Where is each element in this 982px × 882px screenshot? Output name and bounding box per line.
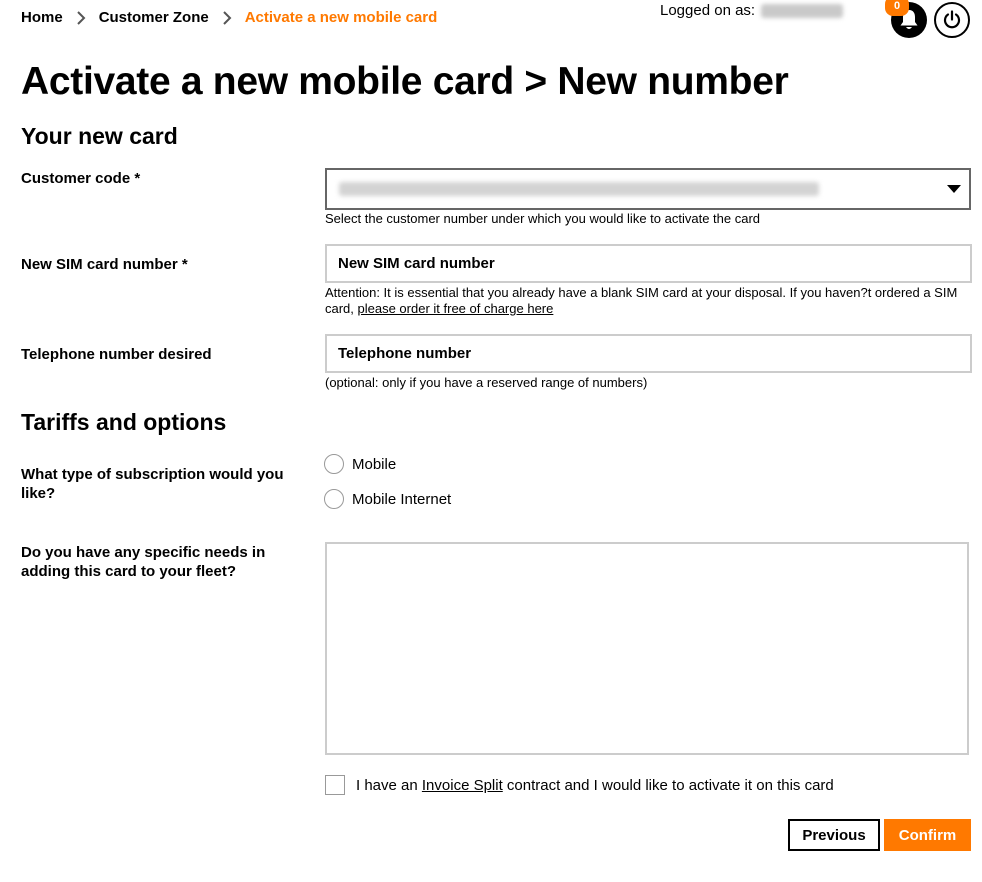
page-title: Activate a new mobile card > New number <box>21 60 789 103</box>
top-bar: Home Customer Zone Activate a new mobile… <box>0 0 982 40</box>
logout-button[interactable] <box>934 2 970 38</box>
invoice-split-suffix: contract and I would like to activate it… <box>502 776 834 794</box>
logged-on-label: Logged on as: <box>660 2 756 19</box>
user-name-redacted <box>761 3 844 18</box>
customer-code-help: Select the customer number under which y… <box>325 211 761 226</box>
breadcrumb: Home Customer Zone Activate a new mobile… <box>21 9 437 26</box>
invoice-split-label: I have an Invoice Split contract and I w… <box>356 777 834 794</box>
logged-on-info: Logged on as: <box>660 2 844 19</box>
invoice-split-link[interactable]: Invoice Split <box>422 777 503 794</box>
sim-card-input[interactable] <box>325 244 972 283</box>
radio-label-mobile-internet: Mobile Internet <box>352 490 452 508</box>
telephone-input[interactable] <box>325 334 972 373</box>
chevron-right-icon <box>70 10 92 26</box>
previous-button[interactable]: Previous <box>788 819 880 851</box>
telephone-help: (optional: only if you have a reserved r… <box>325 375 648 390</box>
radio-option-mobile[interactable]: Mobile <box>324 454 396 474</box>
customer-code-select[interactable] <box>325 168 971 210</box>
customer-code-value-redacted <box>339 182 819 196</box>
section-title-your-new-card: Your new card <box>21 123 178 149</box>
chevron-right-icon <box>216 10 238 26</box>
specific-needs-label: Do you have any specific needs in adding… <box>21 544 266 580</box>
breadcrumb-home[interactable]: Home <box>21 9 63 26</box>
invoice-split-option[interactable]: I have an Invoice Split contract and I w… <box>325 775 834 795</box>
subscription-question-label: What type of subscription would you like… <box>21 466 284 502</box>
sim-card-label: New SIM card number * <box>21 256 188 273</box>
order-sim-card-link[interactable]: please order it free of charge here <box>358 301 554 316</box>
customer-code-label: Customer code * <box>21 170 141 187</box>
telephone-label: Telephone number desired <box>21 346 212 363</box>
breadcrumb-customer-zone[interactable]: Customer Zone <box>99 9 209 26</box>
invoice-split-prefix: I have an <box>356 776 422 794</box>
specific-needs-textarea[interactable] <box>325 542 969 755</box>
confirm-button[interactable]: Confirm <box>884 819 971 851</box>
invoice-split-checkbox[interactable] <box>325 775 345 795</box>
breadcrumb-current: Activate a new mobile card <box>244 9 438 26</box>
notification-count-badge: 0 <box>885 0 909 16</box>
radio-button-mobile-internet[interactable] <box>324 489 344 509</box>
radio-label-mobile: Mobile <box>352 455 397 473</box>
radio-option-mobile-internet[interactable]: Mobile Internet <box>324 489 451 509</box>
sim-card-help: Attention: It is essential that you alre… <box>325 285 975 317</box>
caret-down-icon <box>947 185 961 193</box>
radio-button-mobile[interactable] <box>324 454 344 474</box>
power-icon <box>943 10 961 29</box>
section-title-tariffs: Tariffs and options <box>21 409 227 435</box>
